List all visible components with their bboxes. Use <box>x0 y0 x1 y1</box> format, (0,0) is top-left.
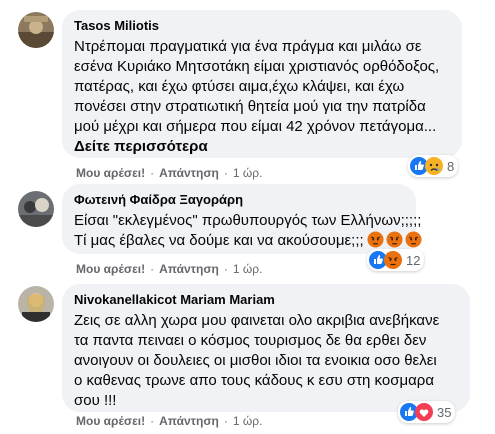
comment-line: τα παντα πειναει ο κόσμος τουρισμος δε θ… <box>74 332 427 349</box>
like-button[interactable]: Μου αρέσει! <box>76 414 145 428</box>
comment-text: Είσαι "εκλεγμένος" πρωθυπουργός των Ελλή… <box>74 211 422 251</box>
comment-author[interactable]: Φωτεινή Φαίδρα Ξαγοράρη <box>74 192 404 208</box>
comment-author[interactable]: Nivokanellakicot Mariam Mariam <box>74 292 458 308</box>
separator-dot: · <box>223 262 228 276</box>
comment-text: Ντρέπομαι πραγματικά για ένα πράγμα και … <box>74 37 450 157</box>
timestamp[interactable]: 1 ώρ. <box>233 414 263 428</box>
like-button[interactable]: Μου αρέσει! <box>76 166 145 180</box>
comment-line-text: Τί μας έβαλες να δούμε και να ακούσουμε;… <box>74 232 364 249</box>
separator-dot: · <box>223 166 228 180</box>
timestamp[interactable]: 1 ώρ. <box>233 262 263 276</box>
angry-icon <box>384 251 402 269</box>
comment-text: Ζεις σε αλλη χωρα μου φαινεται ολο ακριβ… <box>74 311 458 411</box>
comment-author[interactable]: Tasos Miliotis <box>74 18 450 34</box>
see-more-link[interactable]: Δείτε περισσότερα <box>74 137 450 157</box>
comment-line: ο καθενας τρωνε απο τους κάδους κ εσυ στ… <box>74 372 434 389</box>
separator-dot: · <box>150 414 155 428</box>
angry-emoji-icon <box>386 231 403 248</box>
comment-line: πατέρας, και έχω φτύσει αιμα,έχω κλάψει,… <box>74 78 405 95</box>
separator-dot: · <box>223 414 228 428</box>
avatar[interactable] <box>18 191 54 227</box>
comment-line: εσένα Κυριάκο Μητσοτάκη είμαι χριστιανός… <box>74 58 440 75</box>
comment-actions: Μου αρέσει! · Απάντηση · 1 ώρ. <box>76 261 262 277</box>
comment-line: πονέσει στην στρατιωτική θητεία μού για … <box>74 98 426 115</box>
reaction-summary[interactable]: 12 <box>367 249 425 271</box>
comment-line: ανοιγουν οι δουλειες οι μισθοι ιδιοι τα … <box>74 352 437 369</box>
sad-icon <box>425 157 443 175</box>
separator-dot: · <box>150 262 155 276</box>
comment-bubble: Φωτεινή Φαίδρα Ξαγοράρη Είσαι "εκλεγμένο… <box>62 184 422 254</box>
like-button[interactable]: Μου αρέσει! <box>76 262 145 276</box>
reaction-count: 35 <box>437 404 452 420</box>
angry-emoji-row <box>367 231 422 248</box>
reaction-count: 8 <box>447 158 455 174</box>
reply-button[interactable]: Απάντηση <box>159 166 219 180</box>
reply-button[interactable]: Απάντηση <box>159 414 219 428</box>
timestamp[interactable]: 1 ώρ. <box>233 166 263 180</box>
angry-emoji-icon <box>405 231 422 248</box>
reaction-summary[interactable]: 8 <box>408 155 459 177</box>
comment-bubble: Nivokanellakicot Mariam Mariam Ζεις σε α… <box>62 284 470 412</box>
comment-line: Είσαι "εκλεγμένος" πρωθυπουργός των Ελλή… <box>74 212 422 229</box>
comment-actions: Μου αρέσει! · Απάντηση · 1 ώρ. <box>76 165 262 181</box>
comment-line: Τί μας έβαλες να δούμε και να ακούσουμε;… <box>74 231 422 251</box>
love-icon <box>415 403 433 421</box>
comment-actions: Μου αρέσει! · Απάντηση · 1 ώρ. <box>76 413 262 429</box>
comment-line: μού μέχρι και σήμερα που είμαι 42 χρόνον… <box>74 118 437 135</box>
comment-bubble: Tasos Miliotis Ντρέπομαι πραγματικά για … <box>62 10 462 158</box>
avatar[interactable] <box>18 12 54 48</box>
reaction-count: 12 <box>406 252 421 268</box>
separator-dot: · <box>150 166 155 180</box>
reaction-summary[interactable]: 35 <box>398 401 456 423</box>
avatar[interactable] <box>18 286 54 322</box>
reply-button[interactable]: Απάντηση <box>159 262 219 276</box>
comment-line: Ντρέπομαι πραγματικά για ένα πράγμα και … <box>74 38 422 55</box>
angry-emoji-icon <box>367 231 384 248</box>
comment-line: Ζεις σε αλλη χωρα μου φαινεται ολο ακριβ… <box>74 312 440 329</box>
